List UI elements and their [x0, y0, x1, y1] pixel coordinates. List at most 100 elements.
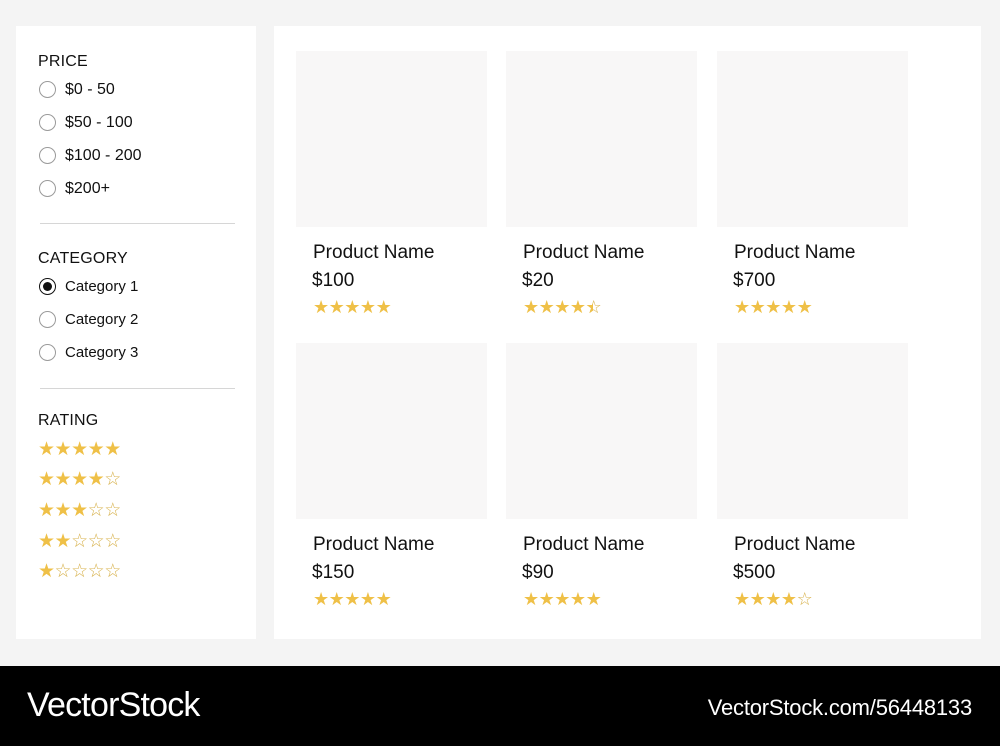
product-name[interactable]: Product Name [734, 242, 908, 264]
star-empty-icon: ☆ [71, 560, 88, 583]
product-card[interactable]: Product Name $100 ★ ★ ★ ★ ★ [296, 51, 487, 318]
product-rating: ★ ★ ★ ★ ★ [734, 298, 908, 318]
product-rating: ★ ★ ★ ★ ★ [313, 590, 487, 610]
star-half-icon: ☆ [586, 299, 602, 318]
product-name[interactable]: Product Name [734, 534, 908, 556]
rating-options: ★ ★ ★ ★ ★ ★ ★ ★ ★ ☆ ★ ★ ★ ☆ ☆ ★ ★ ☆ ☆ ☆ ★ ☆ ☆ ☆ ☆ [38, 434, 234, 587]
star-filled-icon: ★ [313, 589, 329, 610]
product-card[interactable]: Product Name $700 ★ ★ ★ ★ ★ [717, 51, 908, 318]
product-rating: ★ ★ ★ ★ ★ [313, 298, 487, 318]
product-price: $500 [733, 562, 776, 583]
price-option-label: $200+ [65, 179, 110, 197]
star-filled-icon: ★ [71, 468, 88, 491]
product-rating: ★★★★☆ [523, 298, 697, 318]
product-price: $700 [733, 270, 776, 291]
rating-filter-title: RATING [38, 412, 99, 429]
rating-option-5[interactable]: ★ ★ ★ ★ ★ [38, 434, 234, 465]
star-empty-icon: ☆ [87, 498, 105, 521]
star-filled-icon: ★ [749, 589, 766, 610]
star-filled-icon: ★ [538, 589, 555, 610]
category-option-label: Category 3 [65, 344, 139, 361]
star-filled-icon: ★ [538, 297, 555, 318]
star-filled-icon: ★ [54, 468, 72, 491]
product-card[interactable]: Product Name $150 ★ ★ ★ ★ ★ [296, 343, 487, 610]
star-filled-icon: ★ [313, 297, 329, 318]
star-filled-icon: ★ [569, 297, 586, 318]
radio-button[interactable] [39, 81, 56, 98]
radio-button[interactable] [39, 311, 56, 328]
star-filled-icon: ★ [38, 498, 55, 521]
star-filled-icon: ★ [104, 437, 121, 460]
stock-logo: VectorStock [27, 686, 200, 724]
star-empty-icon: ☆ [87, 560, 105, 583]
star-empty-icon: ☆ [104, 498, 121, 521]
star-filled-icon: ★ [38, 468, 55, 491]
star-filled-icon: ★ [523, 589, 539, 610]
star-filled-icon: ★ [359, 297, 376, 318]
product-image-placeholder[interactable] [296, 51, 487, 227]
star-filled-icon: ★ [523, 297, 539, 318]
price-option-label: $50 - 100 [65, 113, 133, 131]
product-price: $20 [522, 270, 554, 291]
product-name[interactable]: Product Name [523, 534, 697, 556]
product-image-placeholder[interactable] [506, 51, 697, 227]
star-filled-icon: ★ [38, 560, 55, 583]
product-name[interactable]: Product Name [313, 242, 487, 264]
product-image-placeholder[interactable] [717, 51, 908, 227]
price-option-50-100[interactable]: $50 - 100 [38, 106, 234, 139]
radio-button[interactable] [39, 180, 56, 197]
category-option-label: Category 1 [65, 278, 139, 295]
filter-sidebar: PRICE $0 - 50 $50 - 100 $100 - 200 $200+… [16, 26, 256, 639]
star-empty-icon: ☆ [104, 560, 121, 583]
star-empty-icon: ☆ [54, 560, 72, 583]
star-filled-icon: ★ [796, 297, 813, 318]
product-name[interactable]: Product Name [523, 242, 697, 264]
product-card[interactable]: Product Name $20 ★★★★☆ [506, 51, 697, 318]
product-card[interactable]: Product Name $500 ★ ★ ★ ★ ☆ [717, 343, 908, 610]
product-image-placeholder[interactable] [506, 343, 697, 519]
product-image-placeholder[interactable] [296, 343, 487, 519]
product-image-placeholder[interactable] [717, 343, 908, 519]
product-price: $100 [312, 270, 355, 291]
star-filled-icon: ★ [765, 589, 781, 610]
star-filled-icon: ★ [765, 297, 781, 318]
rating-option-3[interactable]: ★ ★ ★ ☆ ☆ [38, 495, 234, 526]
category-option-3[interactable]: Category 3 [38, 336, 234, 369]
stock-image-url: VectorStock.com/56448133 [707, 695, 972, 720]
radio-button[interactable] [39, 114, 56, 131]
price-option-100-200[interactable]: $100 - 200 [38, 139, 234, 172]
star-empty-icon: ☆ [104, 529, 121, 552]
rating-option-1[interactable]: ★ ☆ ☆ ☆ ☆ [38, 556, 234, 587]
product-name[interactable]: Product Name [313, 534, 487, 556]
stock-banner: VectorStock VectorStock.com/56448133 [0, 666, 1000, 746]
category-option-1[interactable]: Category 1 [38, 270, 234, 303]
star-filled-icon: ★ [554, 297, 570, 318]
star-filled-icon: ★ [38, 529, 55, 552]
star-empty-icon: ☆ [71, 529, 88, 552]
category-filter: CATEGORY Category 1 Category 2 Category … [38, 249, 234, 369]
star-filled-icon: ★ [328, 297, 345, 318]
radio-button-checked[interactable] [39, 278, 56, 295]
product-price: $150 [312, 562, 355, 583]
category-option-2[interactable]: Category 2 [38, 303, 234, 336]
star-filled-icon: ★ [87, 437, 105, 460]
star-filled-icon: ★ [344, 297, 360, 318]
star-empty-icon: ☆ [796, 589, 813, 610]
product-rating: ★★★★☆ [734, 590, 908, 610]
product-rating: ★ ★ ★ ★ ★ [523, 590, 697, 610]
star-filled-icon: ★ [375, 297, 392, 318]
filter-divider [40, 388, 235, 389]
price-option-200-plus[interactable]: $200+ [38, 172, 234, 205]
rating-option-2[interactable]: ★ ★ ☆ ☆ ☆ [38, 526, 234, 557]
star-filled-icon: ★ [734, 589, 750, 610]
star-filled-icon: ★ [569, 589, 586, 610]
star-filled-icon: ★ [54, 498, 72, 521]
radio-button[interactable] [39, 344, 56, 361]
star-filled-icon: ★ [71, 437, 88, 460]
star-filled-icon: ★ [38, 437, 55, 460]
radio-button[interactable] [39, 147, 56, 164]
product-card[interactable]: Product Name $90 ★ ★ ★ ★ ★ [506, 343, 697, 610]
price-option-0-50[interactable]: $0 - 50 [38, 73, 234, 106]
rating-option-4[interactable]: ★ ★ ★ ★ ☆ [38, 465, 234, 496]
category-filter-title: CATEGORY [38, 250, 128, 267]
